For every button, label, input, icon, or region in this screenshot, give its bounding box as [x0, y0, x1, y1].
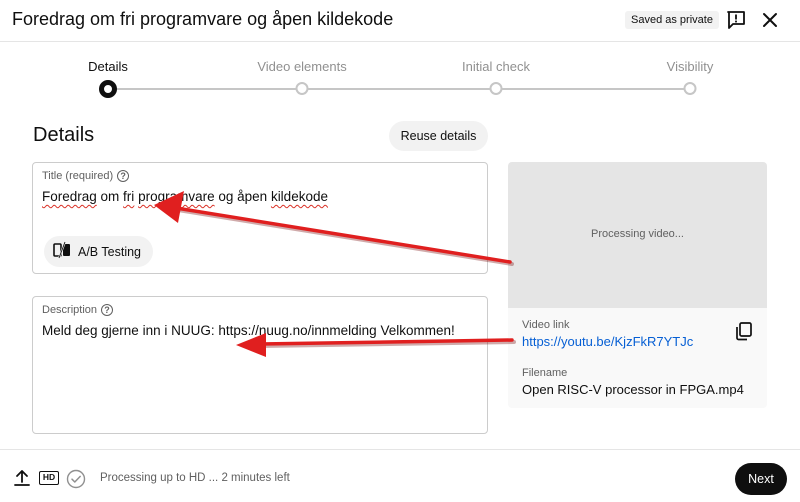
ab-testing-icon [52, 240, 72, 263]
description-input[interactable]: Meld deg gjerne inn i NUUG: https://nuug… [42, 323, 455, 338]
step-initial-check-dot[interactable] [489, 82, 503, 95]
check-circle-icon [66, 469, 86, 489]
title-word: om [96, 189, 124, 204]
step-initial-check-label[interactable]: Initial check [462, 59, 530, 74]
step-visibility-dot[interactable] [683, 82, 697, 95]
step-video-elements-label[interactable]: Video elements [257, 59, 346, 74]
step-details-label[interactable]: Details [88, 59, 128, 74]
title-word: Foredrag [42, 189, 97, 204]
dialog-footer: HD Processing up to HD ... 2 minutes lef… [0, 449, 800, 502]
copy-icon[interactable] [733, 320, 755, 342]
ab-testing-label: A/B Testing [78, 244, 142, 259]
filename-value: Open RISC-V processor in FPGA.mp4 [522, 382, 744, 397]
video-preview-card: Processing video... Video link https://y… [508, 162, 767, 408]
title-word: fri [123, 189, 135, 204]
video-link-label: Video link [522, 319, 570, 331]
close-icon[interactable] [758, 8, 782, 32]
processing-text: Processing video... [591, 228, 684, 240]
step-visibility-label[interactable]: Visibility [667, 59, 714, 74]
title-word: åpen [237, 189, 268, 204]
saved-status-badge: Saved as private [625, 11, 719, 29]
upload-stepper: Details Video elements Initial check Vis… [0, 42, 800, 104]
stepper-track [108, 88, 691, 90]
reuse-details-button[interactable]: Reuse details [389, 121, 488, 151]
help-icon[interactable]: ? [101, 304, 114, 316]
section-title: Details [33, 124, 95, 146]
ab-testing-button[interactable]: A/B Testing [44, 236, 153, 267]
dialog-header: Foredrag om fri programvare og åpen kild… [0, 0, 800, 42]
help-icon[interactable]: ? [117, 170, 130, 182]
title-field-label: Title (required) ? [42, 170, 130, 182]
description-field-label: Description ? [42, 304, 114, 316]
hd-icon: HD [39, 471, 59, 485]
video-link[interactable]: https://youtu.be/KjzFkR7YTJc [522, 334, 693, 349]
filename-label: Filename [522, 367, 568, 379]
processing-status: Processing up to HD ... 2 minutes left [100, 472, 290, 484]
title-word: og [214, 189, 238, 204]
step-details-dot[interactable] [99, 80, 117, 98]
next-button[interactable]: Next [735, 463, 787, 495]
dialog-title: Foredrag om fri programvare og åpen kild… [12, 9, 394, 29]
title-word: kildekode [270, 189, 328, 204]
title-input[interactable]: Foredrag om fri programvare og åpen kild… [42, 189, 328, 204]
title-field[interactable]: Title (required) ? Foredrag om fri progr… [32, 162, 488, 274]
title-word: programvare [138, 189, 215, 204]
upload-icon [12, 468, 32, 488]
feedback-icon[interactable] [724, 8, 748, 32]
description-field[interactable]: Description ? Meld deg gjerne inn i NUUG… [32, 296, 488, 434]
step-video-elements-dot[interactable] [295, 82, 309, 95]
